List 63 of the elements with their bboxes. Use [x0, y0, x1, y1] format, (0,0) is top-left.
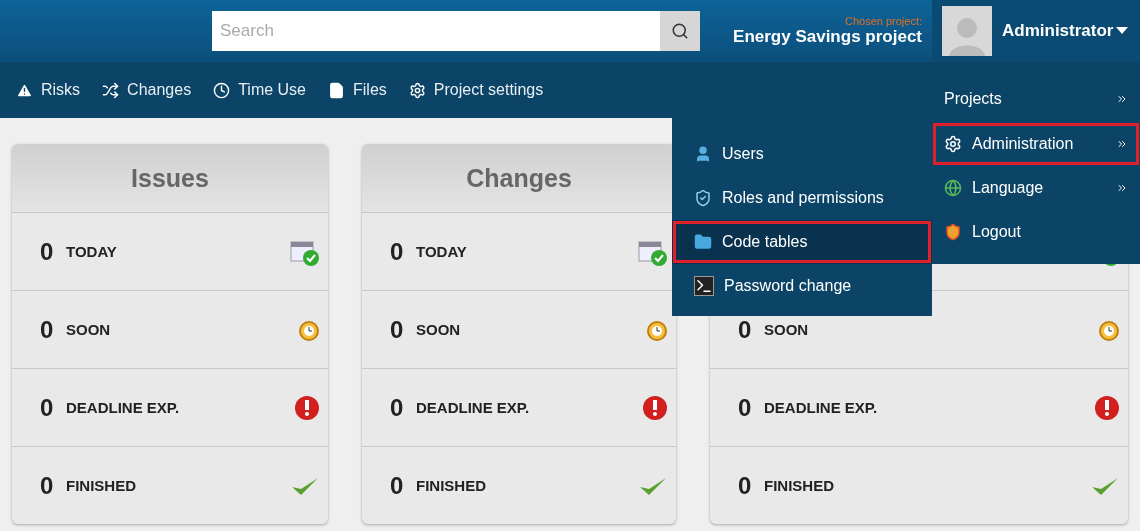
user-menu-button[interactable]: Administrator — [1002, 21, 1129, 41]
status-label: TODAY — [66, 243, 118, 260]
nav-link[interactable]: Risks — [16, 81, 81, 99]
menu-item[interactable]: Logout — [932, 210, 1140, 254]
search-button[interactable] — [660, 11, 700, 51]
user-icon — [694, 145, 712, 163]
menu-item[interactable]: Code tables — [672, 220, 932, 264]
count: 0 — [40, 393, 55, 422]
gear-icon — [408, 81, 426, 99]
status-label: DEADLINE EXP. — [66, 399, 181, 416]
count: 0 — [738, 315, 753, 344]
count: 0 — [738, 393, 753, 422]
status-label: SOON — [66, 321, 112, 338]
status-label: TODAY — [416, 243, 468, 260]
count: 0 — [390, 393, 405, 422]
shield-icon — [944, 223, 962, 241]
menu-item[interactable]: Roles and permissions — [672, 176, 932, 220]
nav-link[interactable]: Files — [328, 81, 387, 99]
chevrons-icon — [1116, 182, 1128, 194]
menu-item[interactable]: Administration — [932, 122, 1140, 166]
menu-item[interactable]: Language — [932, 166, 1140, 210]
exclamation-icon — [294, 394, 320, 421]
status-label: SOON — [764, 321, 810, 338]
nav-link[interactable]: Changes — [102, 81, 192, 99]
status-label: FINISHED — [66, 477, 137, 494]
shield-check-icon — [694, 189, 712, 207]
nav-link[interactable]: Time Use — [213, 81, 306, 99]
chevrons-icon — [1116, 138, 1128, 150]
terminal-icon — [694, 276, 714, 296]
avatar — [942, 6, 992, 56]
project-caption: Chosen project: — [844, 15, 922, 27]
count: 0 — [390, 237, 405, 266]
menu-item[interactable]: Projects — [932, 76, 1140, 122]
chevrons-icon — [1116, 93, 1128, 105]
file-icon — [328, 81, 345, 99]
search-field[interactable]: Search — [212, 11, 660, 51]
status-label: FINISHED — [416, 477, 487, 494]
count: 0 — [40, 237, 55, 266]
count: 0 — [390, 471, 405, 500]
clock-icon — [213, 81, 231, 99]
globe-icon — [944, 179, 962, 197]
card-title: Issues — [131, 163, 209, 193]
status-label: DEADLINE EXP. — [416, 399, 531, 416]
exclamation-icon — [642, 394, 668, 421]
status-label: DEADLINE EXP. — [764, 399, 879, 416]
menu-item[interactable]: Password change — [672, 264, 932, 308]
count: 0 — [40, 471, 55, 500]
status-label: SOON — [416, 321, 462, 338]
count: 0 — [40, 315, 55, 344]
count: 0 — [738, 471, 753, 500]
search-icon — [671, 22, 689, 40]
folder-icon — [694, 233, 712, 251]
gear-icon — [944, 135, 962, 153]
nav-link[interactable]: Project settings — [408, 81, 544, 99]
menu-item[interactable]: Users — [672, 132, 932, 176]
warning-icon — [16, 81, 33, 99]
shuffle-icon — [102, 81, 120, 99]
card-title: Changes — [466, 163, 572, 193]
exclamation-icon — [1094, 394, 1120, 421]
caret-icon — [1116, 27, 1129, 35]
count: 0 — [390, 315, 405, 344]
status-label: FINISHED — [764, 477, 835, 494]
project-name: Energy Savings project — [733, 27, 922, 47]
